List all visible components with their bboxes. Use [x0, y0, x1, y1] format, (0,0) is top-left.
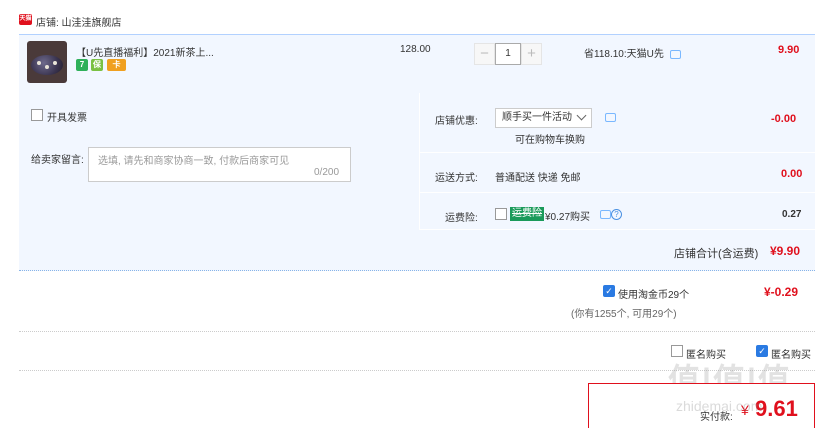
shop-name[interactable]: 店铺: 山洼洼旗舰店 [36, 14, 122, 29]
divider [420, 192, 815, 193]
insurance-price: ¥0.27购买 [545, 212, 591, 223]
promo-select-value: 顺手买一件活动 [502, 112, 572, 123]
message-label: 给卖家留言: [31, 155, 84, 166]
promo-note: 可在购物车换购 [515, 135, 585, 146]
coin-discount: ¥-0.29 [764, 285, 799, 299]
unit-price: 128.00 [400, 44, 431, 55]
qty-plus-button[interactable]: + [521, 43, 542, 65]
qty-minus-button[interactable]: − [474, 43, 495, 65]
help-icon[interactable]: ? [611, 209, 622, 220]
insurance-value: 0.27 [782, 209, 802, 220]
invoice-label[interactable]: 开具发票 [47, 109, 87, 124]
shipping-label: 运送方式: [435, 173, 478, 184]
coin-note: (你有1255个, 可用29个) [571, 309, 677, 320]
item-subtotal: 9.90 [778, 44, 800, 56]
guarantee-badge: 保 [91, 59, 103, 71]
shipping-method: 普通配送 快递 免邮 [495, 173, 581, 184]
coin-checkbox[interactable]: ✓ [603, 285, 615, 297]
insurance-tag: 运费险 [510, 207, 544, 221]
insurance-checkbox[interactable] [495, 208, 507, 220]
invoice-checkbox[interactable] [31, 109, 43, 121]
promo-label: 店铺优惠: [435, 116, 478, 127]
promo-select[interactable]: 顺手买一件活动 [495, 108, 592, 128]
divider [420, 152, 815, 153]
credit-card-badge: 卡 [107, 59, 126, 71]
tmall-shop-icon: 天猫 [19, 14, 32, 25]
coin-label[interactable]: 使用淘金币29个 [618, 286, 689, 301]
chat-icon[interactable] [605, 113, 616, 122]
divider [19, 331, 815, 332]
insurance-label: 运费险: [445, 213, 478, 224]
qty-input[interactable]: 1 [495, 43, 521, 65]
cart-item-row [19, 34, 815, 93]
promo-value: -0.00 [771, 113, 797, 125]
seven-day-return-badge: 7 [76, 59, 88, 71]
message-char-count: 0/200 [314, 167, 340, 178]
shipping-price: 0.00 [781, 168, 803, 180]
product-title[interactable]: 【U先直播福利】2021新茶上... [76, 44, 214, 59]
chat-icon[interactable] [669, 49, 681, 59]
watermark-text: zhidemai.com [676, 398, 763, 414]
saving-text: 省118.10:天猫U先 [584, 49, 664, 60]
message-placeholder: 选填, 请先和商家协商一致, 付款后商家可见 [98, 156, 290, 167]
saving-info: 省118.10:天猫U先 [584, 45, 681, 60]
chevron-down-icon [576, 110, 587, 121]
store-total-label: 店铺合计(含运费) [674, 248, 759, 260]
store-total-value: ¥9.90 [770, 244, 801, 258]
quantity-stepper: − 1 + [474, 43, 542, 65]
product-thumbnail[interactable] [27, 41, 67, 83]
chat-icon[interactable] [600, 210, 611, 219]
